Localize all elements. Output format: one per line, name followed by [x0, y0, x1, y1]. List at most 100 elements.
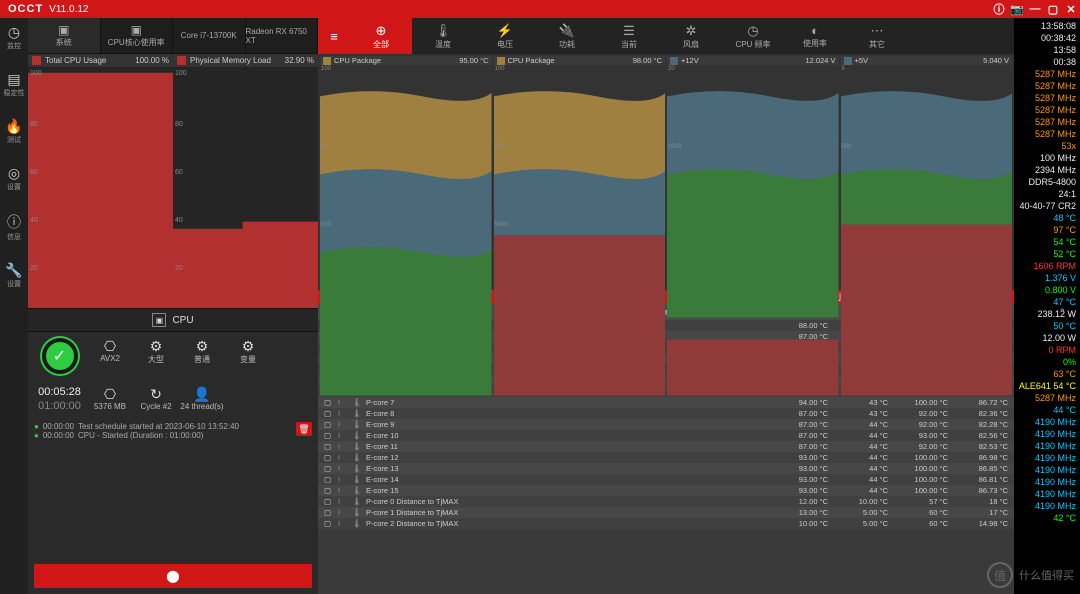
sensor-cell[interactable]: Fan01606 rpm 1000 [667, 134, 839, 210]
osd-line: 1606 RPM [1018, 260, 1076, 272]
osd-line: 52 °C [1018, 248, 1076, 260]
sensor-cell[interactable]: CPU Package Power237.86 W 200 [494, 134, 666, 210]
osd-line: 5287 MHz [1018, 80, 1076, 92]
osd-line: 100 MHz [1018, 152, 1076, 164]
table-row[interactable]: ▢⫮🌡 E-core 1293.00 °C44 °C100.00 °C86.98… [318, 452, 1014, 463]
app-title: OCCT [0, 3, 43, 15]
config-item[interactable]: 👤24 thread(s) [179, 386, 225, 412]
osd-line: 5287 MHz [1018, 92, 1076, 104]
osd-line: 24:1 [1018, 188, 1076, 200]
menu-button[interactable]: ≡ [318, 18, 350, 54]
table-row[interactable]: ▢⫮🌡 E-core 1087.00 °C44 °C93.00 °C82.56 … [318, 430, 1014, 441]
table-row[interactable]: ▢⫮🌡 E-core 1187.00 °C44 °C92.00 °C82.53 … [318, 441, 1014, 452]
osd-line: 4190 MHz [1018, 428, 1076, 440]
osd-line: 2394 MHz [1018, 164, 1076, 176]
monitor-tab[interactable]: ☰当前 [598, 18, 660, 54]
osd-line: 50 °C [1018, 320, 1076, 332]
run-button[interactable]: ✓ [42, 338, 78, 374]
monitor-tab[interactable]: ◐使用率 [784, 18, 846, 54]
osd-line: 4190 MHz [1018, 488, 1076, 500]
left-tab[interactable]: ▣系统 [28, 18, 101, 53]
close-icon[interactable]: ✕ [1062, 3, 1080, 16]
screenshot-icon[interactable]: 📷 [1008, 3, 1026, 16]
nav-item[interactable]: 🔧设置 [5, 262, 22, 289]
osd-line: 00:38:42 [1018, 32, 1076, 44]
app-version: V11.0.12 [49, 4, 88, 15]
osd-line: 4190 MHz [1018, 452, 1076, 464]
osd-line: 5287 MHz [1018, 68, 1076, 80]
config-item[interactable]: ↻Cycle #2 [133, 386, 179, 412]
nav-rail: ◷监控 ▤稳定性 🔥测试 ◎设置 ⓘ信息 🔧设置 [0, 18, 28, 594]
osd-line: 5287 MHz [1018, 128, 1076, 140]
watermark-text: 什么值得买 [1019, 567, 1074, 583]
sensor-cell[interactable]: CPU Package95.00 °C 100 [320, 56, 492, 132]
color-swatch [32, 56, 41, 65]
monitor-tab[interactable]: ◷CPU 频率 [722, 18, 784, 54]
osd-line: 5287 MHz [1018, 116, 1076, 128]
osd-line: 0 RPM [1018, 344, 1076, 356]
nav-item[interactable]: ◎设置 [7, 165, 21, 192]
table-row[interactable]: ▢⫮🌡 P-core 794.00 °C43 °C100.00 °C86.72 … [318, 397, 1014, 408]
left-tab[interactable]: ▣CPU核心使用率 [101, 18, 174, 53]
osd-line: ALE641 54 °C [1018, 380, 1076, 392]
config-item[interactable]: ⎔5376 MB [87, 386, 133, 412]
table-row[interactable]: ▢⫮🌡 E-core 987.00 °C44 °C92.00 °C82.28 °… [318, 419, 1014, 430]
graph-header-mem: Physical Memory Load 32.90 % [173, 54, 318, 68]
title-bar: OCCT V11.0.12 ⓘ 📷 — ▢ ✕ [0, 0, 1080, 18]
sensor-cell[interactable]: CPU Package98.00 °C 100 [494, 56, 666, 132]
osd-line: 4190 MHz [1018, 416, 1076, 428]
table-row[interactable]: ▢⫮🌡 P-core 1 Distance to TjMAX13.00 °C5.… [318, 507, 1014, 518]
main-panel: ≡⊕全部🌡温度⚡电压🔌功耗☰当前✲风扇◷CPU 频率◐使用率⋯其它 CPU Pa… [318, 18, 1014, 594]
monitor-tabs: ≡⊕全部🌡温度⚡电压🔌功耗☰当前✲风扇◷CPU 频率◐使用率⋯其它 [318, 18, 1014, 54]
left-tab[interactable]: Radeon RX 6750 XT [246, 18, 319, 53]
monitor-tab[interactable]: 🌡温度 [412, 18, 474, 54]
osd-line: 0.800 V [1018, 284, 1076, 296]
sensor-cell[interactable]: Fan2858 rpm 500 [841, 134, 1013, 210]
table-row[interactable]: ▢⫮🌡 P-core 2 Distance to TjMAX10.00 °C5.… [318, 518, 1014, 529]
sensor-cell[interactable]: Physical Memory Load32.90 % [667, 212, 839, 288]
cpu-label: CPU [172, 315, 193, 326]
osd-line: 47 °C [1018, 296, 1076, 308]
table-row[interactable]: ▢⫮🌡 E-core 1393.00 °C44 °C100.00 °C86.85… [318, 463, 1014, 474]
sensor-cell[interactable]: +5V5.040 V 5 [841, 56, 1013, 132]
osd-line: 42 °C [1018, 512, 1076, 524]
watermark: 值 什么值得买 [987, 562, 1074, 588]
sensor-cell[interactable]: +12V12.024 V 20 [667, 56, 839, 132]
osd-line: 5287 MHz [1018, 104, 1076, 116]
monitor-tab[interactable]: ⊕全部 [350, 18, 412, 54]
osd-line: 54 °C [1018, 236, 1076, 248]
nav-item[interactable]: 🔥测试 [5, 118, 22, 145]
config-item[interactable]: ⚙大型 [133, 338, 179, 374]
table-row[interactable]: ▢⫮🌡 E-core 887.00 °C43 °C92.00 °C82.36 °… [318, 408, 1014, 419]
sensor-cell[interactable]: P-core 0 Clock5287.07 MHz 5000 [494, 212, 666, 288]
sensor-cell[interactable]: 3VCC3.288 V 20 [320, 134, 492, 210]
monitor-tab[interactable]: ⚡电压 [474, 18, 536, 54]
nav-item[interactable]: ◷监控 [7, 24, 21, 51]
sensor-cell[interactable]: Total CPU Usage100.00 % [841, 212, 1013, 288]
monitor-tab[interactable]: ✲风扇 [660, 18, 722, 54]
table-row[interactable]: ▢⫮🌡 E-core 1493.00 °C44 °C100.00 °C86.81… [318, 474, 1014, 485]
log-line: ●00:00:00Test schedule started at 2023-0… [34, 422, 312, 431]
left-tab[interactable]: Core i7-13700K [173, 18, 246, 53]
config-item[interactable]: ⎔AVX2 [87, 338, 133, 374]
config-item[interactable]: ⚙变量 [225, 338, 271, 374]
timers: 00:05:28 01:00:00 [32, 386, 87, 412]
clear-log-button[interactable]: 🗑 [296, 422, 312, 436]
monitor-tab[interactable]: 🔌功耗 [536, 18, 598, 54]
info-icon[interactable]: ⓘ [990, 1, 1008, 17]
config-item[interactable]: ⚙普通 [179, 338, 225, 374]
nav-item[interactable]: ▤稳定性 [4, 71, 25, 98]
osd-line: 40-40-77 CR2 [1018, 200, 1076, 212]
osd-line: 63 °C [1018, 368, 1076, 380]
record-button[interactable]: ⬤ [34, 564, 312, 588]
nav-item[interactable]: ⓘ信息 [7, 212, 21, 242]
osd-line: 4190 MHz [1018, 440, 1076, 452]
table-row[interactable]: ▢⫮🌡 E-core 1593.00 °C44 °C100.00 °C86.73… [318, 485, 1014, 496]
osd-line: 238.12 W [1018, 308, 1076, 320]
total-time: 01:00:00 [38, 400, 81, 412]
sensor-cell[interactable]: Fan6815 rpm 500 [320, 212, 492, 288]
table-row[interactable]: ▢⫮🌡 P-core 0 Distance to TjMAX12.00 °C10… [318, 496, 1014, 507]
maximize-icon[interactable]: ▢ [1044, 3, 1062, 16]
monitor-tab[interactable]: ⋯其它 [846, 18, 908, 54]
minimize-icon[interactable]: — [1026, 3, 1044, 15]
